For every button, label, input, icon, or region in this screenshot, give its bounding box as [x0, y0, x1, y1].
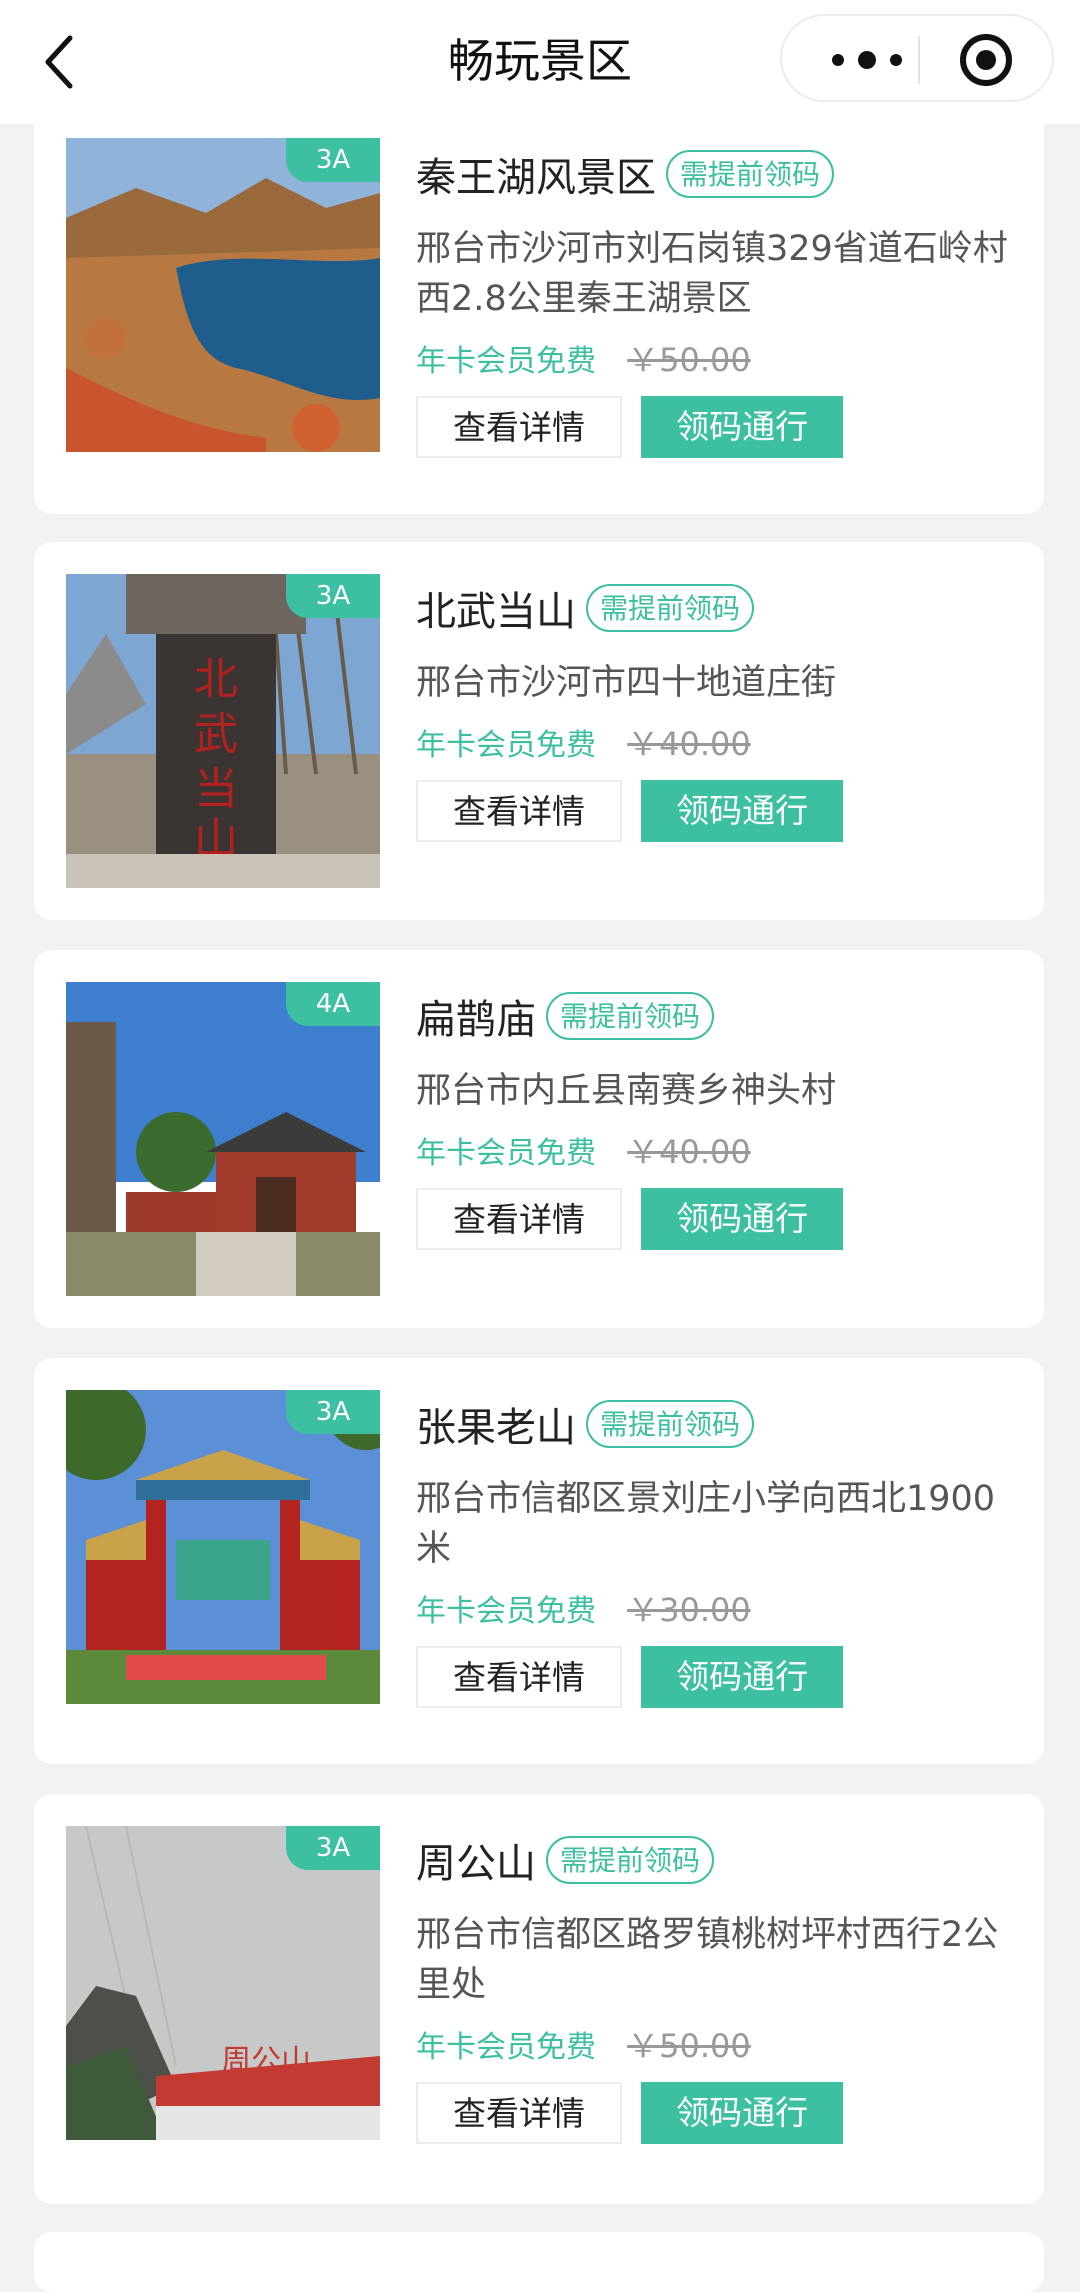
more-dots-icon[interactable]: [822, 42, 912, 78]
scenic-info: 张果老山 需提前领码 邢台市信都区景刘庄小学向西北1900米 年卡会员免费 ￥3…: [416, 1396, 1020, 1708]
view-detail-button[interactable]: 查看详情: [416, 2082, 622, 2144]
member-free-label: 年卡会员免费: [416, 728, 596, 763]
scenic-card[interactable]: 3A 秦王湖风景区 需提前领码 邢台市沙河市刘石岗镇329省道石岭村西2.8公里…: [34, 104, 1044, 514]
scenic-name: 秦王湖风景区: [416, 155, 656, 201]
svg-text:武: 武: [194, 709, 238, 760]
grade-badge: 3A: [286, 1390, 380, 1434]
svg-text:周公山: 周公山: [221, 2044, 311, 2079]
scenic-card[interactable]: 4A 扁鹊庙 需提前领码 邢台市内丘县南赛乡神头村 年卡会员免费 ￥40.00 …: [34, 950, 1044, 1328]
get-code-button[interactable]: 领码通行: [641, 1646, 844, 1708]
original-price: ￥30.00: [627, 1591, 751, 1629]
get-code-button[interactable]: 领码通行: [641, 780, 844, 842]
advance-code-tag: 需提前领码: [586, 1400, 755, 1448]
capsule-divider: [918, 36, 920, 84]
member-free-label: 年卡会员免费: [416, 1136, 596, 1171]
get-code-button[interactable]: 领码通行: [641, 2082, 844, 2144]
scenic-photo[interactable]: 北 武 当 山 3A: [66, 574, 380, 888]
advance-code-tag: 需提前领码: [546, 1836, 715, 1884]
scenic-card[interactable]: 3A 张果老山 需提前领码 邢台市信都区景刘庄小学向西北1900米 年卡会员免费…: [34, 1358, 1044, 1764]
view-detail-button[interactable]: 查看详情: [416, 1188, 622, 1250]
scenic-photo[interactable]: 3A: [66, 138, 380, 452]
mini-program-capsule: [780, 14, 1054, 102]
scenic-address: 邢台市内丘县南赛乡神头村: [416, 1071, 837, 1111]
grade-badge: 3A: [286, 1826, 380, 1870]
scenic-name: 北武当山: [416, 589, 576, 635]
member-free-label: 年卡会员免费: [416, 1594, 596, 1629]
view-detail-button[interactable]: 查看详情: [416, 396, 622, 458]
scenic-info: 周公山 需提前领码 邢台市信都区路罗镇桃树坪村西行2公里处 年卡会员免费 ￥50…: [416, 1832, 1020, 2144]
advance-code-tag: 需提前领码: [666, 150, 835, 198]
advance-code-tag: 需提前领码: [586, 584, 755, 632]
scenic-info: 扁鹊庙 需提前领码 邢台市内丘县南赛乡神头村 年卡会员免费 ￥40.00 查看详…: [416, 988, 1020, 1250]
get-code-button[interactable]: 领码通行: [641, 396, 844, 458]
member-free-label: 年卡会员免费: [416, 344, 596, 379]
svg-text:当: 当: [194, 764, 238, 815]
member-free-label: 年卡会员免费: [416, 2030, 596, 2065]
scenic-name: 张果老山: [416, 1405, 576, 1451]
grade-badge: 3A: [286, 138, 380, 182]
grade-badge: 3A: [286, 574, 380, 618]
scenic-card[interactable]: 北 武 当 山 3A 北武当山 需提前领码 邢台市沙河市四十地道庄街 年卡会员免…: [34, 542, 1044, 920]
scenic-address: 邢台市沙河市刘石岗镇329省道石岭村西2.8公里秦王湖景区: [416, 229, 1008, 319]
scenic-name: 扁鹊庙: [416, 997, 536, 1043]
original-price: ￥40.00: [627, 725, 751, 763]
target-circle-icon[interactable]: [958, 32, 1014, 88]
original-price: ￥40.00: [627, 1133, 751, 1171]
original-price: ￥50.00: [627, 2027, 751, 2065]
scenic-address: 邢台市沙河市四十地道庄街: [416, 663, 837, 703]
view-detail-button[interactable]: 查看详情: [416, 780, 622, 842]
scenic-info: 秦王湖风景区 需提前领码 邢台市沙河市刘石岗镇329省道石岭村西2.8公里秦王湖…: [416, 146, 1020, 458]
scenic-address: 邢台市信都区路罗镇桃树坪村西行2公里处: [416, 1915, 999, 2005]
scenic-photo[interactable]: 3A: [66, 1390, 380, 1704]
get-code-button[interactable]: 领码通行: [641, 1188, 844, 1250]
grade-badge: 4A: [286, 982, 380, 1026]
scenic-photo[interactable]: 4A: [66, 982, 380, 1296]
scenic-card[interactable]: 周公山 3A 周公山 需提前领码 邢台市信都区路罗镇桃树坪村西行2公里处 年卡会…: [34, 1794, 1044, 2204]
view-detail-button[interactable]: 查看详情: [416, 1646, 622, 1708]
nav-bar: 畅玩景区: [0, 0, 1080, 124]
scenic-card[interactable]: [34, 2232, 1044, 2292]
advance-code-tag: 需提前领码: [546, 992, 715, 1040]
scenic-photo[interactable]: 周公山 3A: [66, 1826, 380, 2140]
svg-text:北: 北: [194, 654, 238, 705]
original-price: ￥50.00: [627, 341, 751, 379]
scenic-info: 北武当山 需提前领码 邢台市沙河市四十地道庄街 年卡会员免费 ￥40.00 查看…: [416, 580, 1020, 842]
scenic-address: 邢台市信都区景刘庄小学向西北1900米: [416, 1479, 996, 1569]
scenic-name: 周公山: [416, 1841, 536, 1887]
